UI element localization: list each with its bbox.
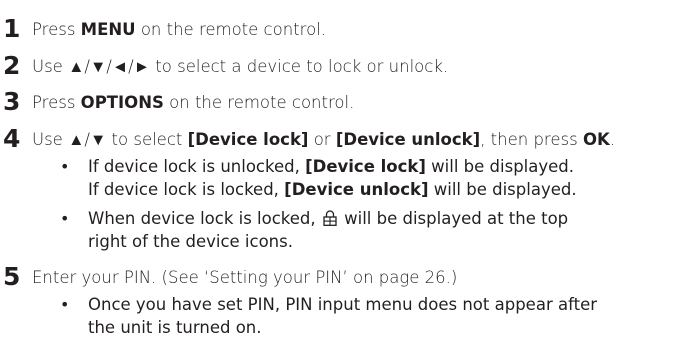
step-text: Use ▲/▼ to select [Device lock] or [Devi… bbox=[32, 130, 616, 149]
bullet-text-line: right of the device icons. bbox=[88, 232, 293, 251]
step-text: Use ▲/▼/◄/► to select a device to lock o… bbox=[32, 57, 449, 76]
bullet-text-line: If device lock is unlocked, [Device lock… bbox=[88, 157, 575, 176]
step-number: 5 bbox=[3, 262, 21, 291]
step-text: Press MENU on the remote control. bbox=[32, 20, 326, 39]
step-text: Press OPTIONS on the remote control. bbox=[32, 93, 355, 112]
bullet-text-line: When device lock is locked, will be disp… bbox=[88, 209, 569, 228]
step-number: 3 bbox=[3, 87, 21, 116]
device-lock-label: [Device lock] bbox=[187, 130, 309, 149]
bullet-text-line: If device lock is locked, [Device unlock… bbox=[88, 180, 577, 199]
bullet-text-line: the unit is turned on. bbox=[88, 318, 262, 337]
device-unlock-label: [Device unlock] bbox=[335, 130, 481, 149]
options-key-label: OPTIONS bbox=[80, 93, 164, 112]
step-number: 1 bbox=[3, 14, 21, 43]
menu-key-label: MENU bbox=[80, 20, 136, 39]
bullet-dot: • bbox=[60, 209, 70, 228]
step-number: 2 bbox=[3, 51, 21, 80]
step-text: Enter your PIN. (See ‘Setting your PIN’ … bbox=[32, 268, 458, 287]
bullet-dot: • bbox=[60, 157, 70, 176]
bullet-text-line: Once you have set PIN, PIN input menu do… bbox=[88, 295, 598, 314]
bullet-dot: • bbox=[60, 295, 70, 314]
step-number: 4 bbox=[3, 124, 21, 153]
ok-key-label: OK bbox=[582, 130, 610, 149]
lock-icon bbox=[323, 210, 337, 226]
instruction-page: 1 Press MENU on the remote control. 2 Us… bbox=[0, 0, 694, 358]
